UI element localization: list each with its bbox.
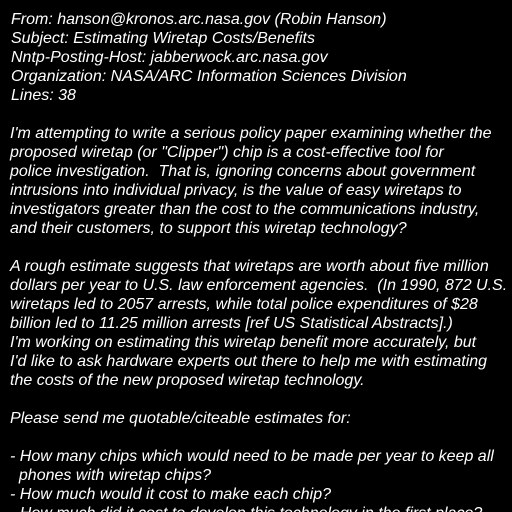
body-line: Please send me quotable/citeable estimat… [10, 410, 351, 427]
list-item: - How many chips which would need to be … [10, 448, 494, 465]
body-line: dollars per year to U.S. law enforcement… [10, 277, 508, 294]
body-line: investigators greater than the cost to t… [10, 201, 480, 218]
body-line: and their customers, to support this wir… [10, 220, 407, 237]
email-document: From: hanson@kronos.arc.nasa.gov (Robin … [0, 0, 512, 512]
list-item: - How much would it cost to make each ch… [10, 486, 332, 503]
body-line: the costs of the new proposed wiretap te… [10, 372, 365, 389]
body-line: billion led to 11.25 million arrests [re… [10, 315, 453, 332]
body-line: proposed wiretap (or "Clipper") chip is … [10, 144, 444, 161]
header-posting-host: Nntp-Posting-Host: jabberwock.arc.nasa.g… [11, 49, 328, 66]
body-line: police investigation. That is, ignoring … [10, 163, 476, 180]
header-organization: Organization: NASA/ARC Information Scien… [11, 68, 407, 85]
body-line: intrusions into individual privacy, is t… [10, 182, 462, 199]
list-item: - How much did it cost to develop this t… [10, 504, 482, 512]
body-line: A rough estimate suggests that wiretaps … [10, 258, 489, 275]
body-line: wiretaps led to 2057 arrests, while tota… [10, 296, 478, 313]
body-line: I'm working on estimating this wiretap b… [10, 334, 477, 351]
list-item: phones with wiretap chips? [10, 467, 211, 484]
body-line: I'd like to ask hardware experts out the… [10, 353, 488, 370]
header-lines: Lines: 38 [11, 87, 76, 104]
header-from: From: hanson@kronos.arc.nasa.gov (Robin … [11, 11, 387, 28]
body-line: I'm attempting to write a serious policy… [10, 125, 492, 142]
header-subject: Subject: Estimating Wiretap Costs/Benefi… [11, 30, 315, 47]
